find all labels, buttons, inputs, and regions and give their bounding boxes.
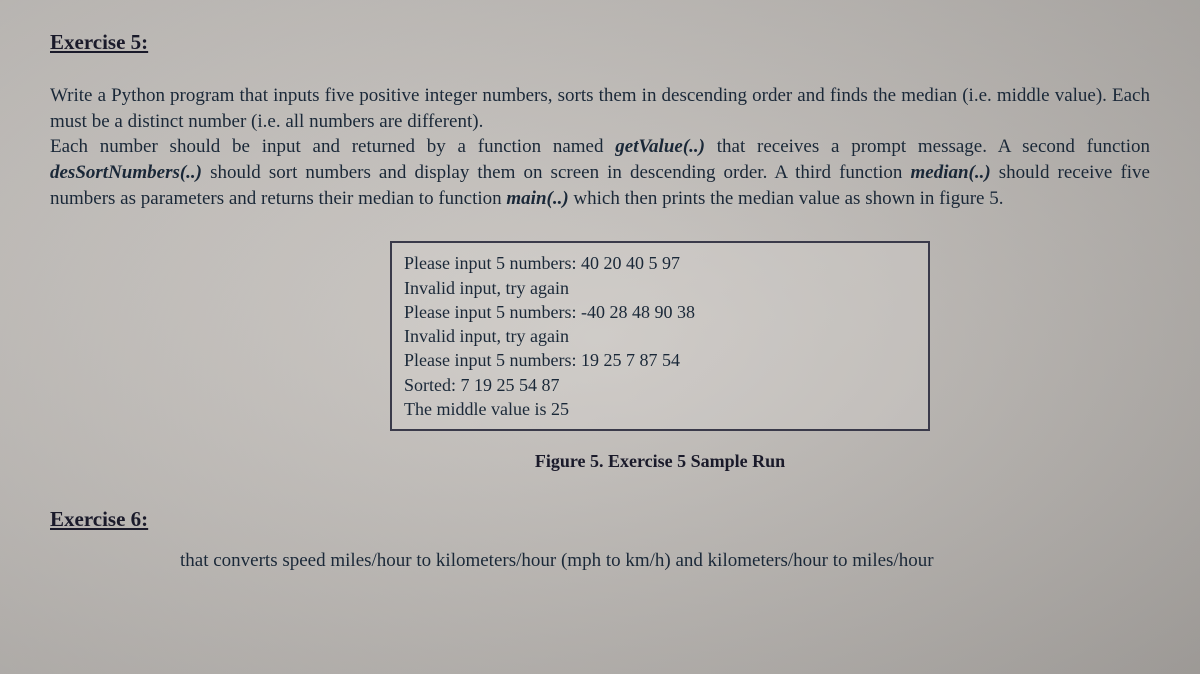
exercise-5-description: Write a Python program that inputs five … <box>50 83 1150 211</box>
para2-a: Each number should be input and returned… <box>50 136 615 157</box>
func-main: main(..) <box>506 188 568 209</box>
para1-text: Write a Python program that inputs five … <box>50 85 1150 132</box>
sample-line-2: Invalid input, try again <box>404 276 916 300</box>
sample-line-7: The middle value is 25 <box>404 397 916 421</box>
para2-c: should sort numbers and display them on … <box>202 162 910 183</box>
figure-5-sample-box: Please input 5 numbers: 40 20 40 5 97 In… <box>390 241 930 431</box>
func-dessortnumbers: desSortNumbers(..) <box>50 162 202 183</box>
exercise-6-partial-text: that converts speed miles/hour to kilome… <box>180 550 1150 572</box>
exercise-5-heading: Exercise 5: <box>50 30 1150 55</box>
sample-line-1: Please input 5 numbers: 40 20 40 5 97 <box>404 251 916 275</box>
para2-b: that receives a prompt message. A second… <box>705 136 1150 157</box>
func-getvalue: getValue(..) <box>615 136 705 157</box>
sample-line-4: Invalid input, try again <box>404 324 916 348</box>
sample-line-5: Please input 5 numbers: 19 25 7 87 54 <box>404 348 916 372</box>
exercise-6-heading: Exercise 6: <box>50 507 1150 532</box>
para2-e: which then prints the median value as sh… <box>569 188 1004 209</box>
sample-line-3: Please input 5 numbers: -40 28 48 90 38 <box>404 300 916 324</box>
figure-5-caption: Figure 5. Exercise 5 Sample Run <box>390 451 930 472</box>
func-median: median(..) <box>910 162 990 183</box>
sample-line-6: Sorted: 7 19 25 54 87 <box>404 373 916 397</box>
